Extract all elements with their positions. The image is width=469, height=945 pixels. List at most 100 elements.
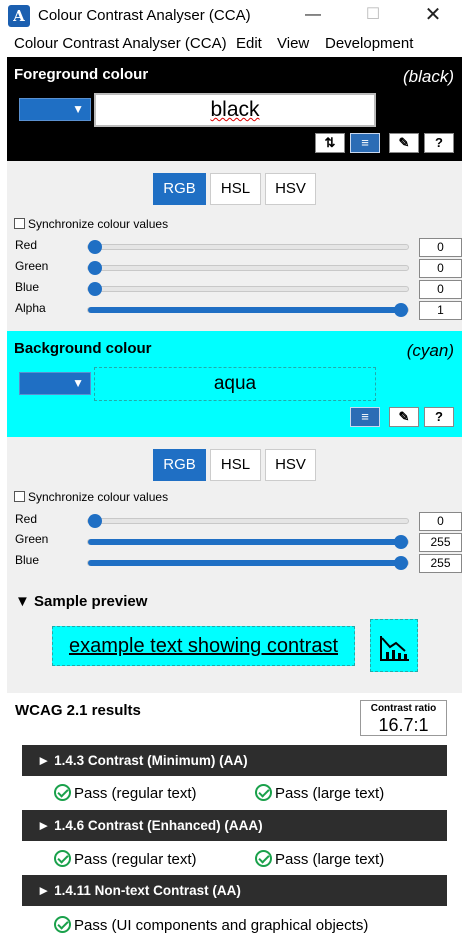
sliders-toggle-icon[interactable]: ≡: [350, 407, 380, 427]
sample-text-box: example text showing contrast: [52, 626, 355, 666]
fg-tab-hsl[interactable]: HSL: [210, 173, 261, 205]
fg-red-slider[interactable]: [87, 240, 409, 254]
chart-icon: [370, 619, 418, 672]
sample-text: example text showing contrast: [68, 635, 339, 657]
background-format-dropdown[interactable]: ▼: [19, 372, 91, 395]
pass-label: Pass (large text): [275, 785, 385, 802]
foreground-colour-name: (black): [402, 67, 454, 86]
foreground-title: Foreground colour: [14, 66, 149, 83]
contrast-ratio-box: Contrast ratio 16.7:1: [360, 700, 447, 736]
slider-thumb[interactable]: [88, 240, 102, 254]
fg-blue-value[interactable]: 0: [419, 280, 462, 299]
bg-green-value[interactable]: 255: [419, 533, 462, 552]
slider-thumb[interactable]: [88, 514, 102, 528]
bg-blue-value[interactable]: 255: [419, 554, 462, 573]
bg-tab-rgb[interactable]: RGB: [153, 449, 206, 481]
bg-blue-slider[interactable]: [87, 556, 409, 570]
slider-thumb[interactable]: [88, 261, 102, 275]
pass-label: Pass (regular text): [74, 851, 197, 868]
bg-sync-checkbox[interactable]: Synchronize colour values: [14, 490, 168, 504]
check-circle-icon: [54, 784, 71, 801]
slider-thumb[interactable]: [88, 282, 102, 296]
swap-colours-icon[interactable]: ⇅: [315, 133, 345, 153]
help-icon[interactable]: ?: [424, 407, 454, 427]
bg-sync-label: Synchronize colour values: [28, 490, 169, 504]
check-circle-icon: [54, 916, 71, 933]
background-title: Background colour: [14, 340, 152, 357]
fg-sync-label: Synchronize colour values: [28, 217, 169, 231]
contrast-ratio-label: Contrast ratio: [370, 703, 437, 714]
fg-alpha-value[interactable]: 1: [419, 301, 462, 320]
sample-preview-section: ▼ Sample preview example text showing co…: [7, 583, 462, 693]
title-bar: A Colour Contrast Analyser (CCA) — ☐ ✕: [0, 0, 469, 32]
fg-green-slider[interactable]: [87, 261, 409, 275]
slider-thumb[interactable]: [394, 535, 408, 549]
check-circle-icon: [54, 850, 71, 867]
minimize-button[interactable]: —: [290, 0, 336, 32]
maximize-button[interactable]: ☐: [350, 0, 396, 32]
sample-preview-toggle[interactable]: ▼ Sample preview: [15, 593, 147, 610]
bg-green-label: Green: [15, 532, 49, 546]
pass-label: Pass (UI components and graphical object…: [74, 917, 369, 934]
results-title: WCAG 2.1 results: [15, 702, 141, 719]
eyedropper-icon[interactable]: ✎: [389, 407, 419, 427]
foreground-sliders-panel: RGB HSL HSV Synchronize colour values Re…: [7, 161, 462, 331]
menu-bar: Colour Contrast Analyser (CCA) Edit View…: [0, 32, 469, 57]
criterion-1-4-11-toggle[interactable]: ► 1.4.11 Non-text Contrast (AA): [22, 875, 447, 906]
help-icon[interactable]: ?: [424, 133, 454, 153]
chevron-down-icon: ▼: [72, 102, 84, 116]
fg-green-value[interactable]: 0: [419, 259, 462, 278]
bg-blue-label: Blue: [15, 553, 40, 567]
pass-regular-text-1: Pass (regular text): [54, 784, 197, 802]
foreground-colour-value: black: [210, 98, 260, 121]
bg-red-value[interactable]: 0: [419, 512, 462, 531]
check-circle-icon: [255, 850, 272, 867]
fg-alpha-slider[interactable]: [87, 303, 409, 317]
background-colour-name: (cyan): [406, 341, 454, 360]
chevron-down-icon: ▼: [72, 376, 84, 390]
fg-red-value[interactable]: 0: [419, 238, 462, 257]
bg-red-slider[interactable]: [87, 514, 409, 528]
fg-red-label: Red: [15, 238, 38, 252]
fg-tab-rgb[interactable]: RGB: [153, 173, 206, 205]
close-button[interactable]: ✕: [410, 0, 456, 32]
slider-thumb[interactable]: [394, 556, 408, 570]
checkbox-icon: [14, 491, 25, 502]
foreground-colour-input[interactable]: black: [94, 93, 376, 127]
criterion-1-4-3-toggle[interactable]: ► 1.4.3 Contrast (Minimum) (AA): [22, 745, 447, 776]
window-title: Colour Contrast Analyser (CCA): [38, 7, 251, 24]
pass-ui-components: Pass (UI components and graphical object…: [54, 916, 368, 934]
slider-fill: [88, 560, 401, 566]
eyedropper-icon[interactable]: ✎: [389, 133, 419, 153]
menu-development[interactable]: Development: [325, 35, 413, 52]
fg-blue-label: Blue: [15, 280, 40, 294]
foreground-section: Foreground colour (black) ▼ black ⇅ ≡ ✎ …: [7, 57, 462, 161]
slider-fill: [88, 307, 401, 313]
fg-sync-checkbox[interactable]: Synchronize colour values: [14, 217, 168, 231]
bg-green-slider[interactable]: [87, 535, 409, 549]
sliders-toggle-icon[interactable]: ≡: [350, 133, 380, 153]
pass-label: Pass (regular text): [74, 785, 197, 802]
bg-tab-hsl[interactable]: HSL: [210, 449, 261, 481]
contrast-ratio-value: 16.7:1: [378, 715, 429, 735]
fg-alpha-label: Alpha: [15, 301, 46, 315]
criterion-1-4-6-toggle[interactable]: ► 1.4.6 Contrast (Enhanced) (AAA): [22, 810, 447, 841]
fg-tab-hsv[interactable]: HSV: [265, 173, 316, 205]
menu-app[interactable]: Colour Contrast Analyser (CCA): [14, 35, 227, 52]
menu-view[interactable]: View: [277, 35, 309, 52]
foreground-format-dropdown[interactable]: ▼: [19, 98, 91, 121]
pass-large-text-2: Pass (large text): [255, 850, 384, 868]
background-section: Background colour (cyan) ▼ aqua ≡ ✎ ?: [7, 331, 462, 437]
slider-fill: [88, 539, 401, 545]
chart-icon-graphic: [380, 636, 409, 661]
background-colour-input[interactable]: aqua: [94, 367, 376, 401]
checkbox-icon: [14, 218, 25, 229]
menu-edit[interactable]: Edit: [236, 35, 262, 52]
bg-red-label: Red: [15, 512, 38, 526]
slider-thumb[interactable]: [394, 303, 408, 317]
background-sliders-panel: RGB HSL HSV Synchronize colour values Re…: [7, 437, 462, 583]
fg-blue-slider[interactable]: [87, 282, 409, 296]
bg-tab-hsv[interactable]: HSV: [265, 449, 316, 481]
pass-large-text-1: Pass (large text): [255, 784, 384, 802]
app-icon: A: [8, 5, 30, 27]
